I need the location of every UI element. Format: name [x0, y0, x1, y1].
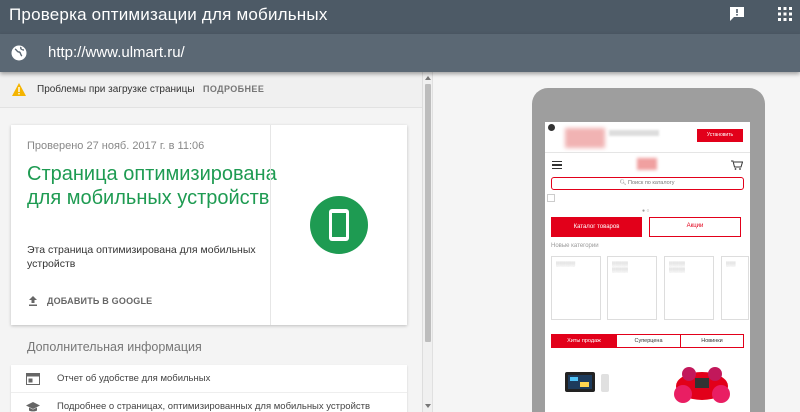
issues-text: Проблемы при загрузке страницы: [37, 84, 195, 95]
phone-frame: Установить 🔍︎ Поиск по каталогу ● ○ Ката…: [532, 88, 765, 412]
catalog-button: Каталог товаров: [551, 217, 642, 237]
result-headline: Страница оптимизирована для мобильных ус…: [27, 163, 277, 209]
info-links-list: Отчет об удобстве для мобильных Подробне…: [11, 365, 407, 412]
close-icon: [548, 124, 555, 131]
feedback-icon[interactable]: [728, 5, 746, 23]
results-panel: Проблемы при загрузке страницы ПОДРОБНЕЕ…: [0, 72, 432, 412]
warning-icon: [12, 83, 26, 96]
category-tile: ▒▒▒▒▒ ▒▒▒▒▒: [664, 256, 714, 320]
scroll-thumb[interactable]: [425, 84, 431, 342]
category-tile: ▒▒▒▒▒ ▒▒▒▒▒: [607, 256, 657, 320]
result-description: Эта страница оптимизирована для мобильны…: [27, 244, 256, 270]
mobile-friendly-badge: [310, 196, 368, 254]
smartphone-icon: [329, 209, 349, 241]
category-tile: ▒▒▒: [721, 256, 749, 320]
link-label: Подробнее о страницах, оптимизированных …: [57, 401, 371, 412]
carousel-dots: ● ○: [642, 208, 650, 214]
phone-screen-preview: Установить 🔍︎ Поиск по каталогу ● ○ Ката…: [545, 122, 750, 412]
tab-bestsellers: Хиты продаж: [552, 335, 616, 347]
install-button: Установить: [697, 129, 743, 142]
scroll-down-arrow-icon[interactable]: [425, 404, 431, 408]
additional-info-heading: Дополнительная информация: [27, 340, 202, 354]
product-rc-car-image: [674, 367, 730, 403]
add-to-google-label: ДОБАВИТЬ В GOOGLE: [47, 296, 153, 306]
divider: [545, 152, 750, 153]
url-bar[interactable]: http://www.ulmart.ru/: [0, 34, 800, 72]
search-placeholder: 🔍︎ Поиск по каталогу: [619, 180, 675, 186]
product-tabs: Хиты продаж Суперцена Новинки: [551, 334, 744, 348]
link-label: Отчет об удобстве для мобильных: [57, 373, 211, 384]
scroll-up-arrow-icon[interactable]: [425, 76, 431, 80]
page-title: Проверка оптимизации для мобильных: [9, 5, 328, 24]
new-categories-label: Новые категории: [551, 243, 599, 249]
product-weather-station-image: [565, 372, 609, 392]
app-header: Проверка оптимизации для мобильных: [0, 0, 800, 34]
site-logo-blurred: [565, 128, 605, 148]
result-card: Проверено 27 нояб. 2017 г. в 11:06 Стран…: [11, 125, 407, 325]
blurred-text: [609, 130, 659, 136]
cart-icon: [731, 160, 743, 170]
catalog-search-box: 🔍︎ Поиск по каталогу: [551, 177, 744, 190]
details-link[interactable]: ПОДРОБНЕЕ: [203, 84, 264, 94]
globe-icon: [11, 45, 27, 61]
hamburger-menu-icon: [552, 161, 562, 169]
apps-grid-icon[interactable]: [776, 5, 794, 23]
preview-panel: Установить 🔍︎ Поиск по каталогу ● ○ Ката…: [432, 72, 800, 412]
upload-icon: [29, 296, 37, 306]
left-scrollbar[interactable]: [422, 72, 432, 412]
tab-new: Новинки: [680, 335, 743, 347]
link-mobile-usability-report[interactable]: Отчет об удобстве для мобильных: [11, 365, 407, 393]
url-field[interactable]: http://www.ulmart.ru/: [48, 44, 185, 61]
graduation-cap-icon: [26, 402, 40, 412]
tab-superprice: Суперцена: [616, 335, 680, 347]
report-icon: [26, 373, 40, 385]
placeholder-box: [547, 194, 555, 202]
site-logo-blurred: [637, 158, 657, 170]
checked-timestamp: Проверено 27 нояб. 2017 г. в 11:06: [27, 140, 205, 152]
category-tile: ▒▒▒▒▒▒: [551, 256, 601, 320]
link-learn-more-mobile[interactable]: Подробнее о страницах, оптимизированных …: [11, 393, 407, 412]
page-loading-issues-banner: Проблемы при загрузке страницы ПОДРОБНЕЕ: [0, 72, 422, 108]
promo-button: Акции: [649, 217, 741, 237]
card-divider: [270, 125, 271, 325]
